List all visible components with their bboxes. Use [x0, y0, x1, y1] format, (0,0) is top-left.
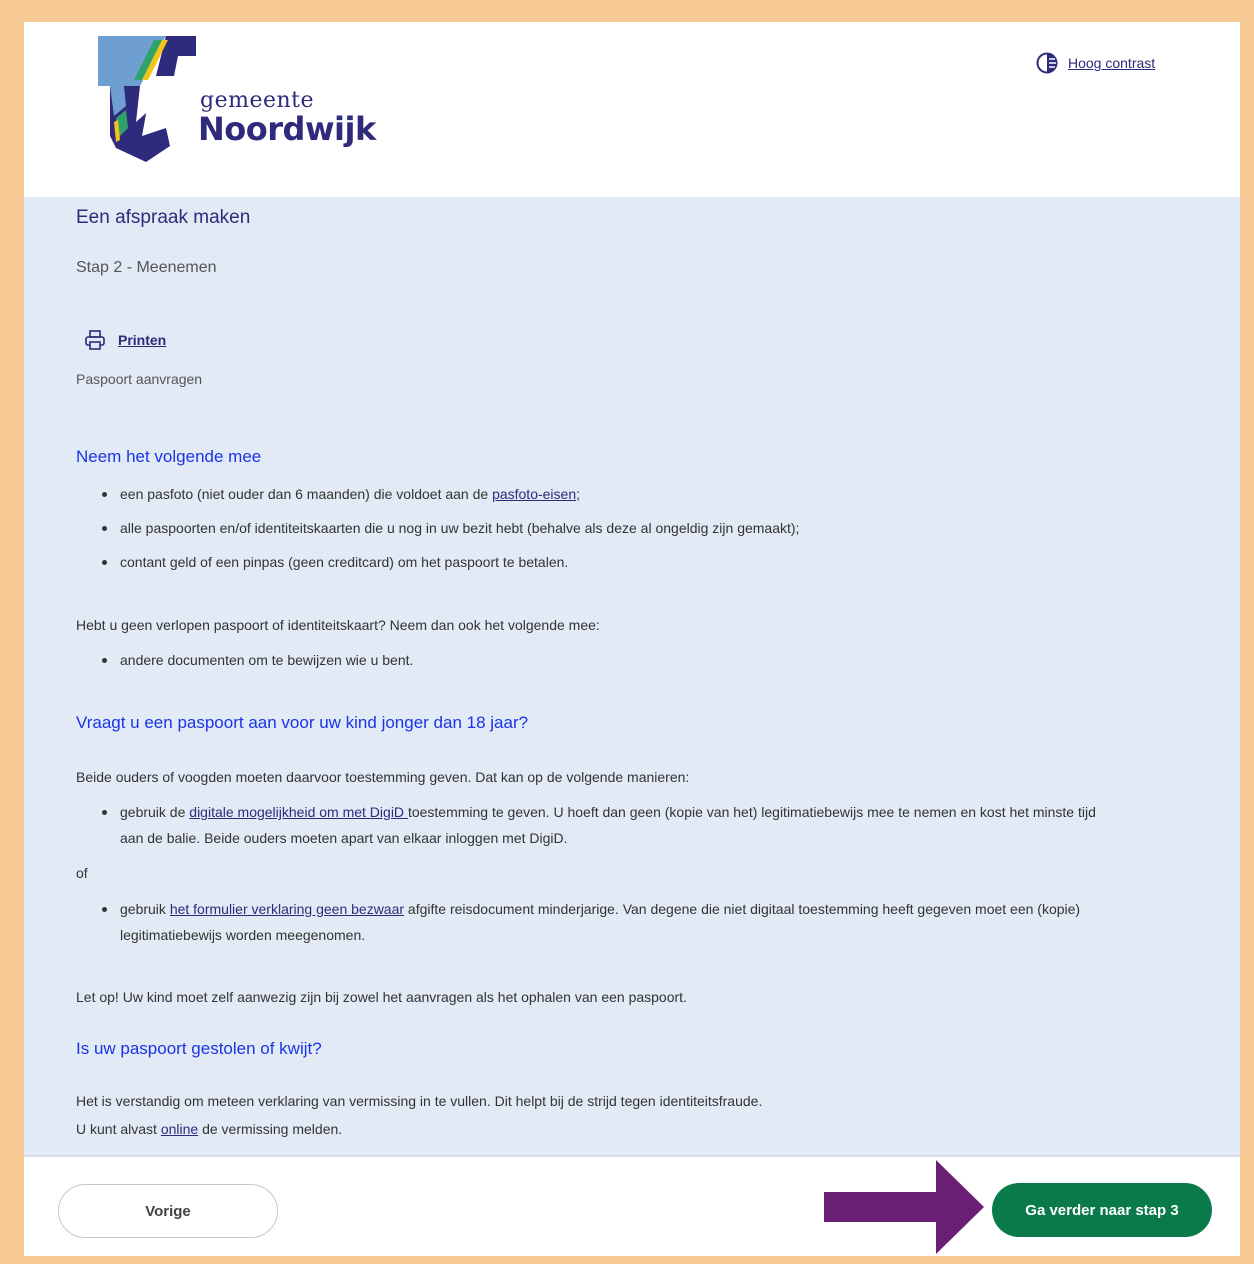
- list-item: andere documenten om te bewijzen wie u b…: [101, 647, 413, 673]
- logo-text-noordwijk: Noordwijk: [198, 110, 376, 148]
- print-label[interactable]: Printen: [118, 332, 166, 348]
- section-heading-bring: Neem het volgende mee: [76, 447, 262, 466]
- list-item-text: ;: [576, 486, 581, 502]
- list-item: gebruik de digitale mogelijkheid om met …: [102, 799, 1200, 851]
- section-heading-stolen: Is uw paspoort gestolen of kwijt?: [76, 1039, 322, 1058]
- list-item: gebruik het formulier verklaring geen be…: [102, 896, 1200, 948]
- list-item-text: afgifte reisdocument minderjarige. Van d…: [404, 901, 1081, 917]
- logo-emblem-icon: [98, 36, 196, 162]
- list-item: contant geld of een pinpas (geen creditc…: [101, 549, 799, 575]
- subject-label: Paspoort aanvragen: [76, 371, 203, 387]
- digid-link[interactable]: digitale mogelijkheid om met DigiD: [189, 804, 408, 820]
- list-item-text: gebruik: [120, 901, 170, 917]
- printer-icon: [85, 330, 105, 350]
- child-list-2: gebruik het formulier verklaring geen be…: [102, 896, 1200, 948]
- extra-list: andere documenten om te bewijzen wie u b…: [101, 647, 413, 673]
- page-frame: gemeente Noordwijk Hoog contrast Een afs…: [24, 22, 1240, 1256]
- previous-button[interactable]: Vorige: [58, 1184, 278, 1238]
- navigation-footer: Vorige Ga verder naar stap 3: [24, 1155, 1240, 1256]
- extra-intro: Hebt u geen verlopen paspoort of identit…: [76, 617, 600, 633]
- print-button[interactable]: Printen: [84, 329, 166, 351]
- high-contrast-toggle[interactable]: Hoog contrast: [1036, 52, 1155, 74]
- online-link[interactable]: online: [161, 1121, 198, 1137]
- site-header: gemeente Noordwijk Hoog contrast: [24, 22, 1240, 197]
- list-item-text: toestemming te geven. U hoeft dan geen (…: [407, 804, 1096, 820]
- list-item-text: een pasfoto (niet ouder dan 6 maanden) d…: [120, 486, 493, 502]
- bring-list: een pasfoto (niet ouder dan 6 maanden) d…: [101, 481, 799, 575]
- municipality-logo[interactable]: gemeente Noordwijk: [96, 36, 386, 166]
- section-heading-child: Vraagt u een paspoort aan voor uw kind j…: [76, 713, 529, 732]
- child-intro: Beide ouders of voogden moeten daarvoor …: [76, 769, 690, 785]
- list-item-text: legitimatiebewijs worden meegenomen.: [120, 927, 366, 943]
- page-title: Een afspraak maken: [76, 207, 251, 228]
- stolen-text-1: Het is verstandig om meteen verklaring v…: [76, 1093, 763, 1109]
- high-contrast-link[interactable]: Hoog contrast: [1068, 55, 1155, 71]
- text-part: U kunt alvast: [76, 1121, 161, 1137]
- list-item: een pasfoto (niet ouder dan 6 maanden) d…: [101, 481, 799, 507]
- main-content: Een afspraak maken Stap 2 - Meenemen Pri…: [24, 197, 1240, 1155]
- child-note: Let op! Uw kind moet zelf aanwezig zijn …: [76, 989, 687, 1005]
- annotation-arrow-icon: [824, 1160, 984, 1254]
- contrast-icon: [1036, 52, 1058, 74]
- pasfoto-eisen-link[interactable]: pasfoto-eisen: [492, 486, 576, 502]
- stolen-text-2: U kunt alvast online de vermissing melde…: [76, 1121, 342, 1137]
- child-list-1: gebruik de digitale mogelijkheid om met …: [102, 799, 1200, 851]
- list-item-text: gebruik de: [120, 804, 190, 820]
- text-part: de vermissing melden.: [198, 1121, 343, 1137]
- list-item-text: aan de balie. Beide ouders moeten apart …: [120, 830, 568, 846]
- next-step-button[interactable]: Ga verder naar stap 3: [992, 1183, 1212, 1237]
- or-label: of: [76, 865, 88, 881]
- step-indicator: Stap 2 - Meenemen: [76, 259, 217, 276]
- list-item: alle paspoorten en/of identiteitskaarten…: [101, 515, 799, 541]
- form-geen-bezwaar-link[interactable]: het formulier verklaring geen bezwaar: [170, 901, 404, 917]
